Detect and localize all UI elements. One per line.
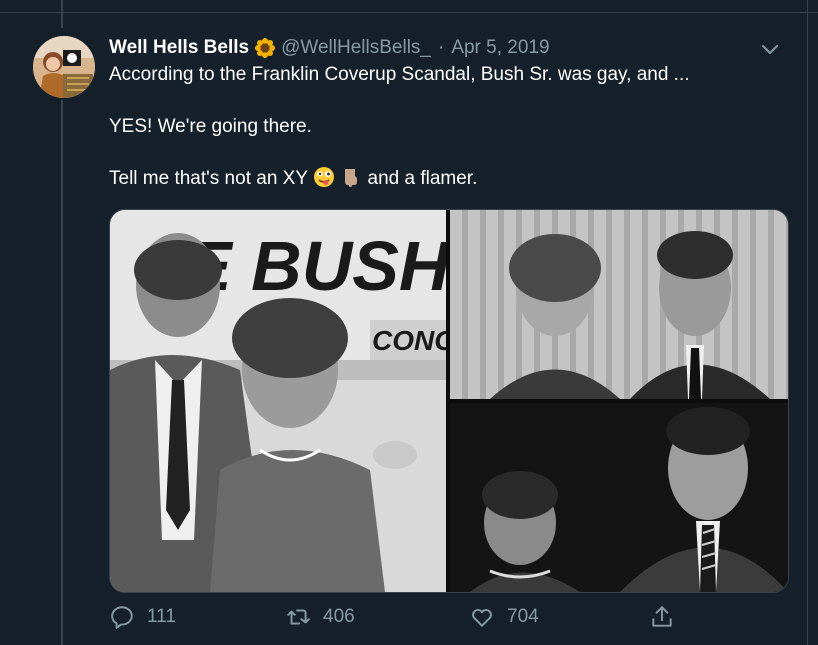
- reply-icon: [111, 606, 133, 629]
- like-button[interactable]: 704: [469, 604, 539, 630]
- tweet-line: YES! We're going there.: [109, 116, 312, 137]
- sunflower-icon: [255, 38, 276, 58]
- tweet-line-part: and a flamer.: [367, 168, 478, 189]
- avatar[interactable]: [33, 36, 95, 98]
- heart-icon: [472, 608, 492, 627]
- tweet[interactable]: Well Hells Bells @WellHellsBells_ · Apr …: [109, 34, 789, 192]
- media-grid[interactable]: E BUSH CONG: [109, 209, 789, 593]
- tweet-date[interactable]: Apr 5, 2019: [451, 37, 549, 59]
- tweet-header: Well Hells Bells @WellHellsBells_ · Apr …: [109, 34, 789, 62]
- sign-text: CONG: [372, 325, 446, 356]
- thread-line: [61, 0, 63, 28]
- reply-count: 111: [147, 606, 176, 627]
- photo-top-right[interactable]: [450, 210, 788, 399]
- pointing-down-hand-icon: [340, 166, 362, 188]
- right-divider: [807, 0, 808, 645]
- photo-bottom-right[interactable]: [450, 403, 788, 592]
- retweet-button[interactable]: 406: [285, 604, 355, 630]
- tweet-line: According to the Franklin Coverup Scanda…: [109, 64, 690, 85]
- tweet-text: According to the Franklin Coverup Scanda…: [109, 62, 789, 192]
- separator-dot: ·: [437, 37, 445, 58]
- share-icon: [652, 606, 672, 627]
- chevron-down-icon[interactable]: [759, 38, 781, 60]
- sign-text: E BUSH: [185, 227, 446, 305]
- retweet-icon: [287, 609, 310, 625]
- retweet-count: 406: [323, 606, 355, 627]
- share-button[interactable]: [649, 604, 687, 630]
- winking-face-tongue-icon: [313, 166, 335, 188]
- tweet-actions: 111 406 704: [109, 604, 689, 636]
- photo-left[interactable]: E BUSH CONG: [110, 210, 446, 592]
- display-name[interactable]: Well Hells Bells: [109, 37, 249, 59]
- tweet-line-part: Tell me that's not an XY: [109, 168, 308, 189]
- tweet-line: Tell me that's not an XY and a flamer.: [109, 166, 789, 192]
- top-divider: [0, 12, 818, 13]
- reply-button[interactable]: 111: [109, 604, 176, 630]
- user-handle[interactable]: @WellHellsBells_: [281, 37, 431, 59]
- thread-line: [61, 100, 63, 645]
- like-count: 704: [507, 606, 539, 627]
